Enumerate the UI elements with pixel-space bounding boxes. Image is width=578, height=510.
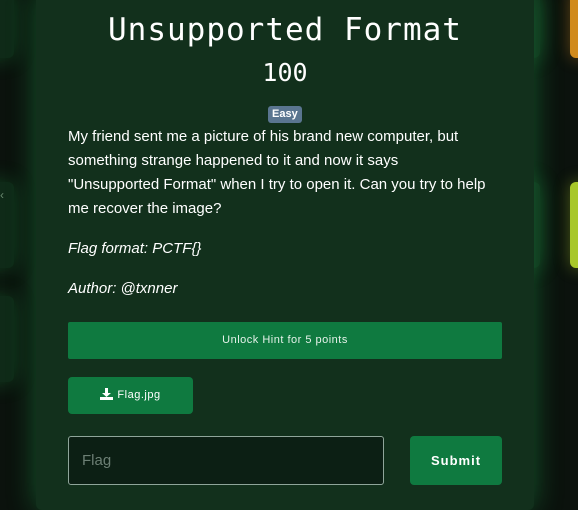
challenge-title: Unsupported Format: [108, 12, 462, 48]
challenge-description: My friend sent me a picture of his brand…: [68, 128, 486, 217]
submit-button[interactable]: Submit: [410, 436, 502, 485]
background-challenge-card[interactable]: [0, 0, 14, 58]
difficulty-badge: Easy: [268, 106, 302, 123]
flag-format-text: Flag format: PCTF{}: [68, 240, 202, 257]
author-text: Author: @txnner: [68, 280, 178, 297]
flag-input[interactable]: [68, 436, 384, 485]
background-challenge-card-solved[interactable]: [570, 182, 578, 268]
challenge-points: 100: [262, 58, 308, 87]
unlock-hint-button[interactable]: Unlock Hint for 5 points: [68, 322, 502, 359]
background-challenge-card-solved[interactable]: [570, 0, 578, 58]
unlock-hint-label: Unlock Hint for 5 points: [222, 334, 348, 346]
file-name-label: Flag.jpg: [117, 389, 161, 401]
download-icon: [100, 388, 114, 400]
background-challenge-card[interactable]: [0, 296, 14, 382]
download-file-button[interactable]: Flag.jpg: [68, 377, 193, 414]
chevron-icon: ‹: [0, 188, 4, 202]
